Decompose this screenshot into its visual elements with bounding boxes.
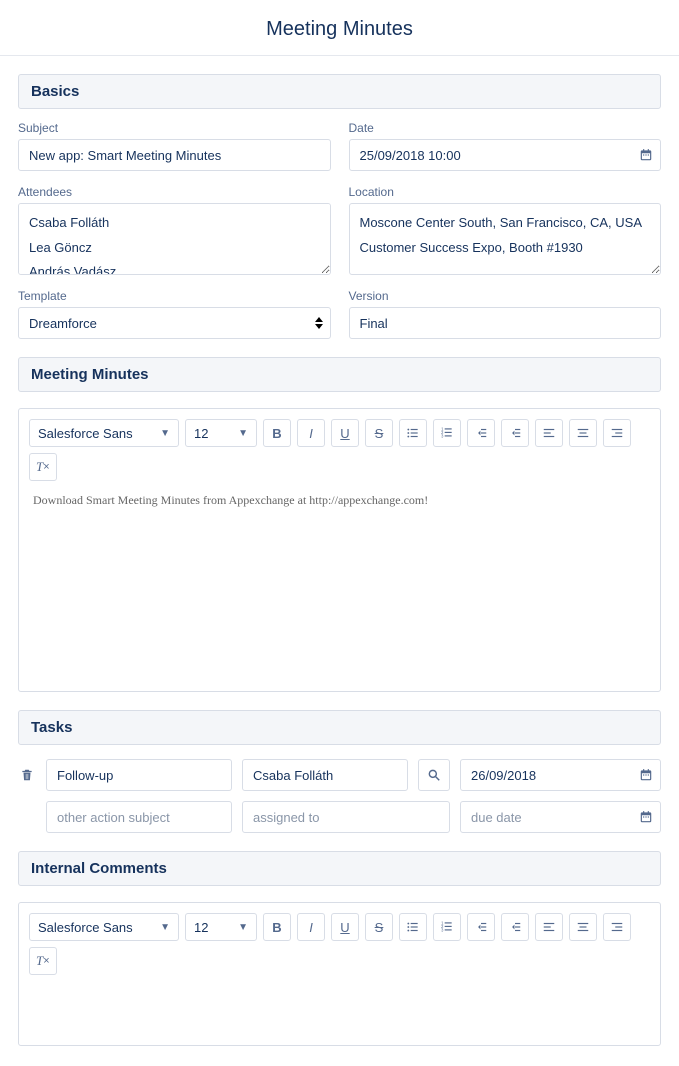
strike-button[interactable]: S [365, 913, 393, 941]
task-subject-input[interactable] [46, 801, 232, 833]
clear-format-button[interactable]: T× [29, 947, 57, 975]
delete-task-button[interactable] [18, 768, 36, 782]
chevron-down-icon: ▼ [238, 428, 248, 439]
align-left-button[interactable] [535, 913, 563, 941]
section-minutes-header: Meeting Minutes [18, 357, 661, 392]
task-assigned-input[interactable] [242, 759, 408, 791]
list-bullet-button[interactable] [399, 913, 427, 941]
comments-toolbar: Salesforce Sans ▼ 12 ▼ B I U S 123 [29, 913, 650, 975]
version-input[interactable] [349, 307, 662, 339]
date-input[interactable] [349, 139, 662, 171]
chevron-down-icon: ▼ [160, 922, 170, 933]
minutes-editor-frame: Salesforce Sans ▼ 12 ▼ B I U S 123 [18, 408, 661, 692]
list-number-button[interactable]: 123 [433, 913, 461, 941]
svg-text:3: 3 [441, 928, 444, 933]
section-comments: Internal Comments Salesforce Sans ▼ 12 ▼… [18, 851, 661, 1046]
outdent-button[interactable] [467, 419, 495, 447]
task-row [18, 759, 661, 791]
strike-button[interactable]: S [365, 419, 393, 447]
font-select[interactable]: Salesforce Sans ▼ [29, 913, 179, 941]
bold-button[interactable]: B [263, 913, 291, 941]
size-select[interactable]: 12 ▼ [185, 913, 257, 941]
date-label: Date [349, 121, 662, 135]
attendees-textarea[interactable]: Csaba Folláth Lea Göncz András Vadász [18, 203, 331, 275]
page-title: Meeting Minutes [0, 0, 679, 56]
location-label: Location [349, 185, 662, 199]
bold-button[interactable]: B [263, 419, 291, 447]
chevron-down-icon: ▼ [160, 428, 170, 439]
task-assigned-input[interactable] [242, 801, 450, 833]
minutes-toolbar: Salesforce Sans ▼ 12 ▼ B I U S 123 [29, 419, 650, 481]
size-select-label: 12 [194, 920, 208, 935]
section-minutes: Meeting Minutes Salesforce Sans ▼ 12 ▼ B… [18, 357, 661, 692]
stepper-icon [315, 317, 323, 329]
task-subject-input[interactable] [46, 759, 232, 791]
version-label: Version [349, 289, 662, 303]
align-center-button[interactable] [569, 913, 597, 941]
list-bullet-button[interactable] [399, 419, 427, 447]
chevron-down-icon: ▼ [238, 922, 248, 933]
section-basics: Basics Subject Date [18, 74, 661, 339]
task-date-input[interactable] [460, 801, 661, 833]
section-comments-header: Internal Comments [18, 851, 661, 886]
align-center-button[interactable] [569, 419, 597, 447]
section-tasks: Tasks [18, 710, 661, 833]
section-tasks-header: Tasks [18, 710, 661, 745]
task-row [18, 801, 661, 833]
font-select[interactable]: Salesforce Sans ▼ [29, 419, 179, 447]
font-select-label: Salesforce Sans [38, 426, 133, 441]
task-date-input[interactable] [460, 759, 661, 791]
list-number-button[interactable]: 123 [433, 419, 461, 447]
outdent-button[interactable] [467, 913, 495, 941]
size-select-label: 12 [194, 426, 208, 441]
underline-button[interactable]: U [331, 913, 359, 941]
template-select[interactable] [18, 307, 331, 339]
attendees-label: Attendees [18, 185, 331, 199]
subject-input[interactable] [18, 139, 331, 171]
align-right-button[interactable] [603, 913, 631, 941]
align-left-button[interactable] [535, 419, 563, 447]
lookup-button[interactable] [418, 759, 450, 791]
size-select[interactable]: 12 ▼ [185, 419, 257, 447]
comments-editor-frame: Salesforce Sans ▼ 12 ▼ B I U S 123 [18, 902, 661, 1046]
comments-editor[interactable] [29, 975, 650, 1035]
italic-button[interactable]: I [297, 913, 325, 941]
minutes-editor[interactable]: Download Smart Meeting Minutes from Appe… [29, 481, 650, 681]
indent-button[interactable] [501, 913, 529, 941]
clear-format-button[interactable]: T× [29, 453, 57, 481]
section-basics-header: Basics [18, 74, 661, 109]
subject-label: Subject [18, 121, 331, 135]
align-right-button[interactable] [603, 419, 631, 447]
template-label: Template [18, 289, 331, 303]
font-select-label: Salesforce Sans [38, 920, 133, 935]
location-textarea[interactable]: Moscone Center South, San Francisco, CA,… [349, 203, 662, 275]
italic-button[interactable]: I [297, 419, 325, 447]
svg-text:3: 3 [441, 434, 444, 439]
indent-button[interactable] [501, 419, 529, 447]
underline-button[interactable]: U [331, 419, 359, 447]
